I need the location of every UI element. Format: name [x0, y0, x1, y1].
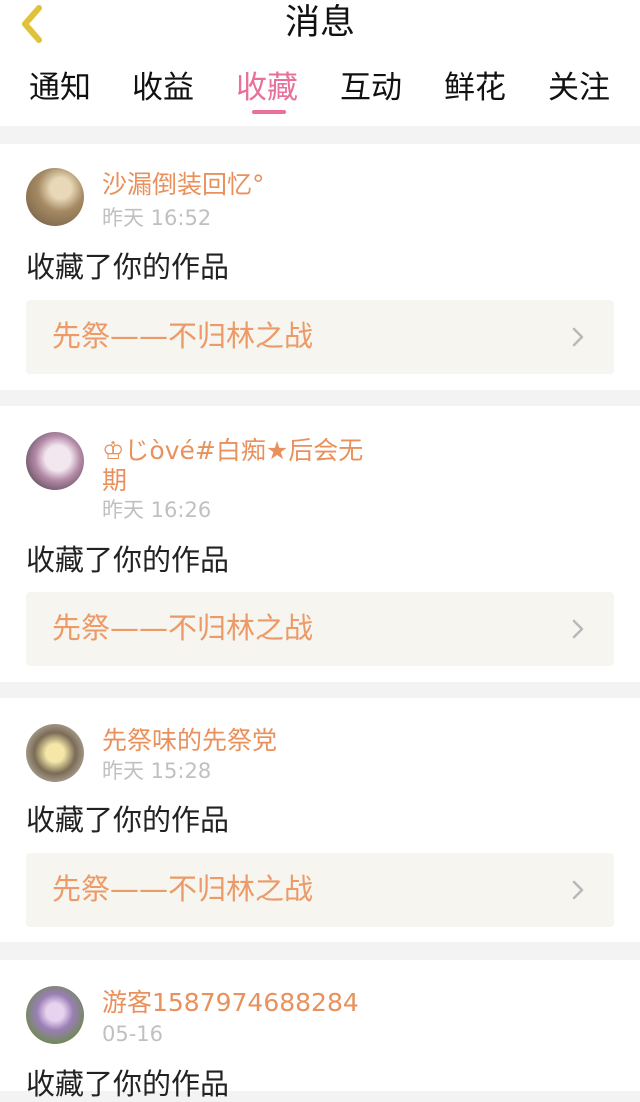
avatar[interactable] [26, 432, 84, 490]
username[interactable]: 游客1587974688284 [102, 988, 402, 1018]
work-link[interactable]: 先祭——不归林之战 [26, 300, 614, 374]
active-tab-indicator [252, 110, 286, 114]
activity-text: 收藏了你的作品 [26, 543, 230, 577]
top-bar: 消息 [0, 0, 640, 63]
list-item: 沙漏倒装回忆° 昨天 16:52 收藏了你的作品 先祭——不归林之战 [0, 144, 640, 390]
page-title: 消息 [284, 3, 355, 43]
username[interactable]: 先祭味的先祭党 [102, 726, 402, 756]
tab-favorites[interactable]: 收藏 [222, 66, 312, 110]
tab-notifications[interactable]: 通知 [15, 66, 105, 110]
tab-bar: 通知 收益 收藏 互动 鲜花 关注 [0, 62, 640, 126]
list-item: 游客1587974688284 05-16 收藏了你的作品 [0, 960, 640, 1101]
timestamp: 昨天 15:28 [102, 759, 212, 783]
avatar[interactable] [26, 168, 84, 226]
activity-text: 收藏了你的作品 [26, 250, 230, 284]
username[interactable]: 沙漏倒装回忆° [102, 170, 402, 200]
list-item: ♔じòvé#白痴★后会无 期 昨天 16:26 收藏了你的作品 先祭——不归林之… [0, 406, 640, 682]
list-item: 先祭味的先祭党 昨天 15:28 收藏了你的作品 先祭——不归林之战 [0, 698, 640, 942]
work-link[interactable]: 先祭——不归林之战 [26, 592, 614, 666]
work-title: 先祭——不归林之战 [52, 872, 314, 906]
activity-text: 收藏了你的作品 [26, 803, 230, 837]
tab-earnings[interactable]: 收益 [118, 66, 208, 110]
timestamp: 昨天 16:26 [102, 498, 212, 522]
tab-interactions[interactable]: 互动 [326, 66, 416, 110]
avatar[interactable] [26, 986, 84, 1044]
work-title: 先祭——不归林之战 [52, 319, 314, 353]
chevron-right-icon [572, 880, 584, 900]
tab-follows[interactable]: 关注 [534, 66, 624, 110]
work-title: 先祭——不归林之战 [52, 611, 314, 645]
timestamp: 05-16 [102, 1022, 164, 1046]
chevron-right-icon [572, 619, 584, 639]
avatar[interactable] [26, 724, 84, 782]
chevron-right-icon [572, 327, 584, 347]
work-link[interactable]: 先祭——不归林之战 [26, 853, 614, 927]
username[interactable]: ♔じòvé#白痴★后会无 [102, 436, 402, 466]
timestamp: 昨天 16:52 [102, 206, 212, 230]
username-continued[interactable]: 期 [102, 466, 402, 496]
activity-text: 收藏了你的作品 [26, 1067, 230, 1101]
tab-flowers[interactable]: 鲜花 [430, 66, 520, 110]
